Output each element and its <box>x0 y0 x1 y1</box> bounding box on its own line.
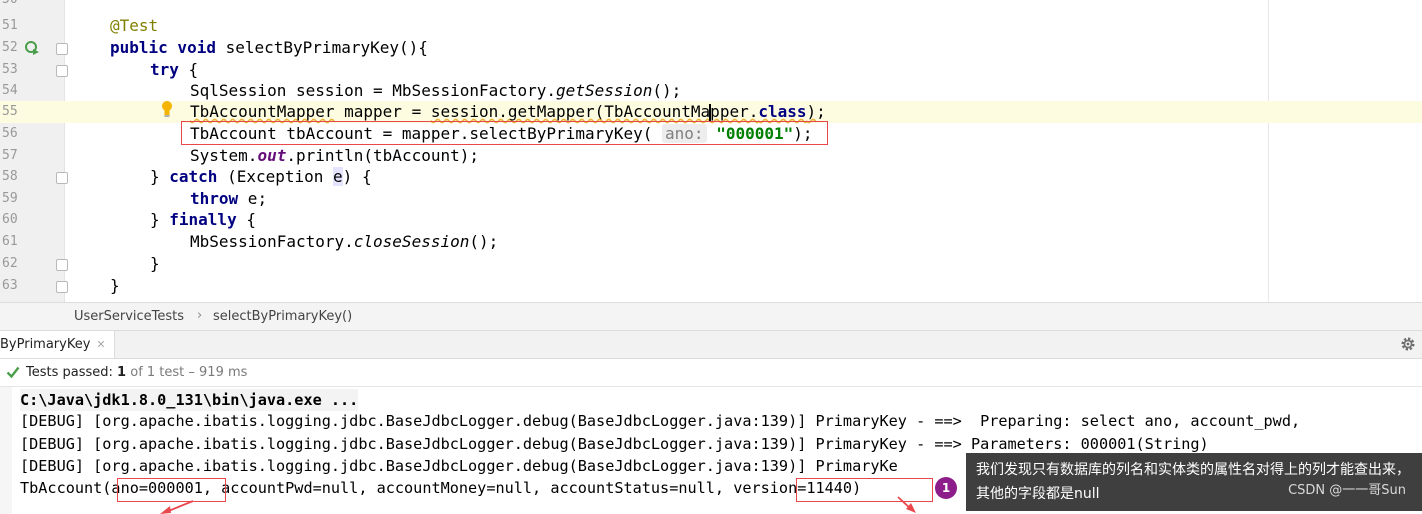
line-number: 54 <box>2 83 18 98</box>
highlight-box <box>181 121 828 145</box>
line-number: 53 <box>2 62 18 77</box>
line-number: 59 <box>2 191 18 206</box>
code-text: } <box>110 276 120 295</box>
line-number: 61 <box>2 234 18 249</box>
close-icon[interactable]: ✕ <box>96 338 105 351</box>
watermark: CSDN @一一哥Sun <box>1288 483 1406 498</box>
fold-marker-icon[interactable] <box>56 259 68 271</box>
line-number: 51 <box>2 18 18 33</box>
code-text: System.out.println(tbAccount); <box>190 146 479 165</box>
line-number: 60 <box>2 212 18 227</box>
line-number: 62 <box>2 256 18 271</box>
code-line[interactable]: 62 } <box>0 253 1422 275</box>
breadcrumb-separator: › <box>197 308 203 323</box>
console-gutter <box>0 387 12 514</box>
console-line: C:\Java\jdk1.8.0_131\bin\java.exe ... <box>20 389 359 411</box>
line-number: 55 <box>2 104 18 119</box>
code-text: try { <box>150 60 199 79</box>
code-text: } catch (Exception e) { <box>150 167 372 186</box>
line-number: 50 <box>2 0 28 11</box>
fold-marker-icon[interactable] <box>56 65 68 77</box>
line-number: 63 <box>2 278 18 293</box>
code-line[interactable]: 58 } catch (Exception e) { <box>0 166 1422 188</box>
test-status-text: Tests passed: 1 of 1 test – 919 ms <box>26 365 248 380</box>
check-icon <box>6 366 20 379</box>
code-text: @Test <box>110 16 159 35</box>
code-text: public void selectByPrimaryKey(){ <box>110 38 428 57</box>
highlight-box <box>796 478 933 502</box>
run-tab-label: ByPrimaryKey <box>0 337 91 352</box>
console-line: [DEBUG] [org.apache.ibatis.logging.jdbc.… <box>20 412 1301 430</box>
run-test-icon[interactable] <box>24 40 40 56</box>
line-number: 56 <box>2 126 18 141</box>
annotation-badge: 1 <box>935 477 957 499</box>
line-number: 58 <box>2 169 18 184</box>
code-text: MbSessionFactory.closeSession(); <box>190 232 499 251</box>
code-line[interactable]: 57 System.out.println(tbAccount); <box>0 145 1422 167</box>
code-line[interactable]: 53 try { <box>0 59 1422 81</box>
code-line[interactable]: 52 public void selectByPrimaryKey(){ <box>0 37 1422 59</box>
code-line[interactable]: 59 throw e; <box>0 188 1422 210</box>
annotation-note: 我们发现只有数据库的列名和实体类的属性名对得上的列才能查出来，其他的字段都是nu… <box>966 453 1422 511</box>
fold-marker-icon[interactable] <box>56 43 68 55</box>
highlight-box <box>117 478 226 502</box>
text-cursor <box>709 104 711 121</box>
line-number: 57 <box>2 148 18 163</box>
fold-marker-icon[interactable] <box>56 172 68 184</box>
code-line[interactable]: 54 SqlSession session = MbSessionFactory… <box>0 80 1422 102</box>
console-line: [DEBUG] [org.apache.ibatis.logging.jdbc.… <box>20 435 1209 453</box>
code-line[interactable]: 63 } <box>0 275 1422 297</box>
breadcrumb-item-class[interactable]: UserServiceTests <box>74 309 184 324</box>
code-line[interactable]: 51 @Test <box>0 15 1422 37</box>
gear-icon[interactable] <box>1400 336 1416 352</box>
breadcrumb-item-method[interactable]: selectByPrimaryKey() <box>213 309 352 324</box>
fold-marker-icon[interactable] <box>56 281 68 293</box>
run-tool-window-header: ByPrimaryKey ✕ <box>0 331 1422 359</box>
code-line[interactable]: 61 MbSessionFactory.closeSession(); <box>0 231 1422 253</box>
code-line[interactable]: 60 } finally { <box>0 209 1422 231</box>
code-line[interactable]: 50 <box>0 0 1422 11</box>
code-text: SqlSession session = MbSessionFactory.ge… <box>190 81 682 100</box>
test-status-bar: Tests passed: 1 of 1 test – 919 ms <box>0 359 1422 387</box>
code-line-current[interactable]: 55 TbAccountMapper mapper = session.getM… <box>0 101 1422 123</box>
code-editor[interactable]: 50 51 @Test 52 public void selectByPrima… <box>0 0 1422 302</box>
code-text: } finally { <box>150 210 256 229</box>
console-line: [DEBUG] [org.apache.ibatis.logging.jdbc.… <box>20 457 898 475</box>
code-text: } <box>150 254 160 273</box>
run-tab[interactable]: ByPrimaryKey ✕ <box>0 331 115 358</box>
lightbulb-icon[interactable] <box>160 100 174 118</box>
code-text: throw e; <box>190 189 268 208</box>
code-text: TbAccountMapper mapper = session.getMapp… <box>190 102 826 121</box>
breadcrumb: UserServiceTests › selectByPrimaryKey() <box>0 302 1422 331</box>
